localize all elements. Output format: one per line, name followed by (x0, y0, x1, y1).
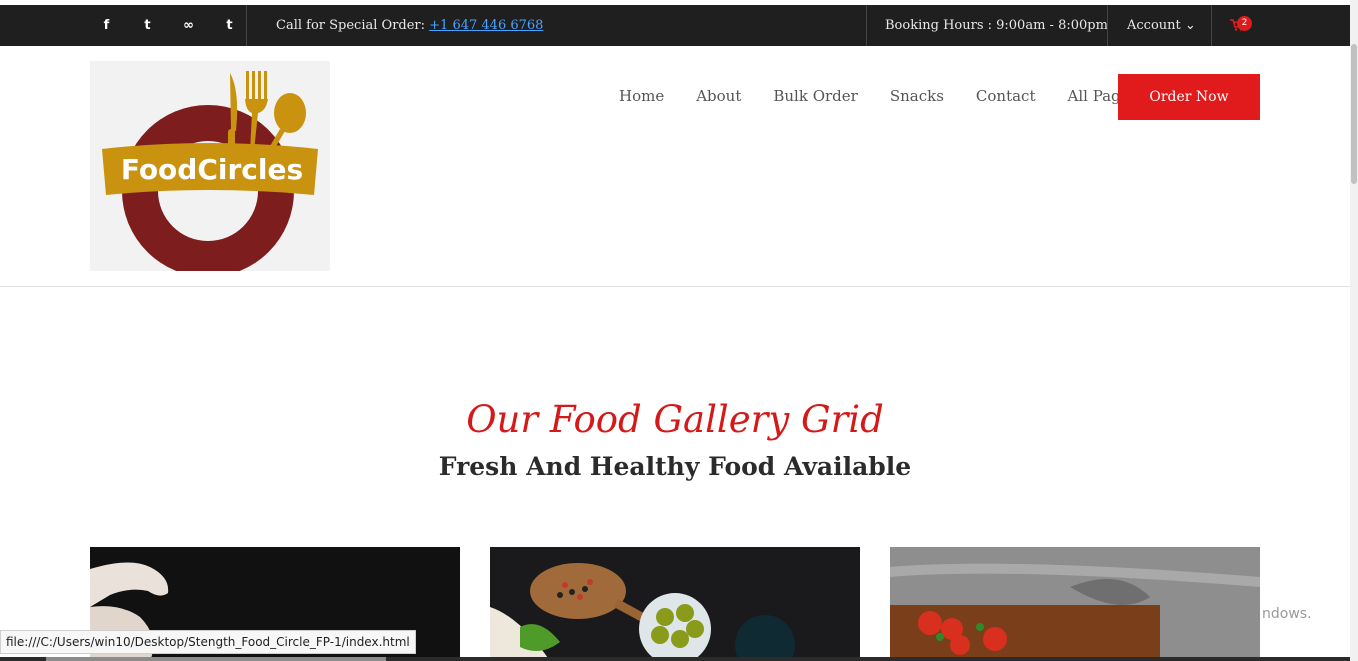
nav-item-about[interactable]: About (696, 87, 741, 105)
section-subtitle: Fresh And Healthy Food Available (438, 452, 912, 481)
activate-windows-watermark: ndows. (1262, 606, 1312, 622)
special-order-call: Call for Special Order: +1 647 446 6768 (276, 5, 543, 46)
account-dropdown[interactable]: Account ⌄ (1127, 5, 1196, 46)
olives-photo (490, 547, 860, 661)
tumblr-icon[interactable]: t (209, 5, 250, 46)
order-now-button[interactable]: Order Now (1118, 74, 1260, 120)
tripadvisor-icon[interactable]: ∞ (168, 5, 209, 46)
gallery-image-bruschetta[interactable] (890, 547, 1260, 661)
gallery-image-olives[interactable] (490, 547, 860, 661)
facebook-icon[interactable]: f (86, 5, 127, 46)
phone-link[interactable]: +1 647 446 6768 (429, 18, 543, 33)
divider (1107, 5, 1108, 46)
horizontal-scrollbar[interactable] (0, 657, 1350, 661)
scrollbar-thumb[interactable] (1351, 44, 1357, 184)
divider (1211, 5, 1212, 46)
cart-count-badge: 2 (1237, 16, 1252, 31)
nav-item-snacks[interactable]: Snacks (890, 87, 944, 105)
horizontal-scrollbar-thumb[interactable] (46, 657, 386, 661)
section-script-title: Our Food Gallery Grid (466, 398, 884, 441)
twitter-icon[interactable]: t (127, 5, 168, 46)
nav-item-home[interactable]: Home (619, 87, 664, 105)
bruschetta-photo (890, 547, 1260, 661)
divider (246, 5, 247, 46)
nav-item-bulk-order[interactable]: Bulk Order (773, 87, 857, 105)
booking-hours: Booking Hours : 9:00am - 8:00pm (885, 18, 1108, 33)
divider (866, 5, 867, 46)
call-label: Call for Special Order: (276, 18, 426, 33)
main-nav: Home About Bulk Order Snacks Contact All… (619, 87, 1137, 105)
header-divider (0, 286, 1350, 287)
status-bar-url: file:///C:/Users/win10/Desktop/Stength_F… (0, 630, 416, 654)
site-logo[interactable]: FoodCircles (90, 61, 330, 277)
logo-text: FoodCircles (120, 153, 304, 186)
social-links: f t ∞ t (86, 5, 250, 46)
nav-item-contact[interactable]: Contact (976, 87, 1036, 105)
